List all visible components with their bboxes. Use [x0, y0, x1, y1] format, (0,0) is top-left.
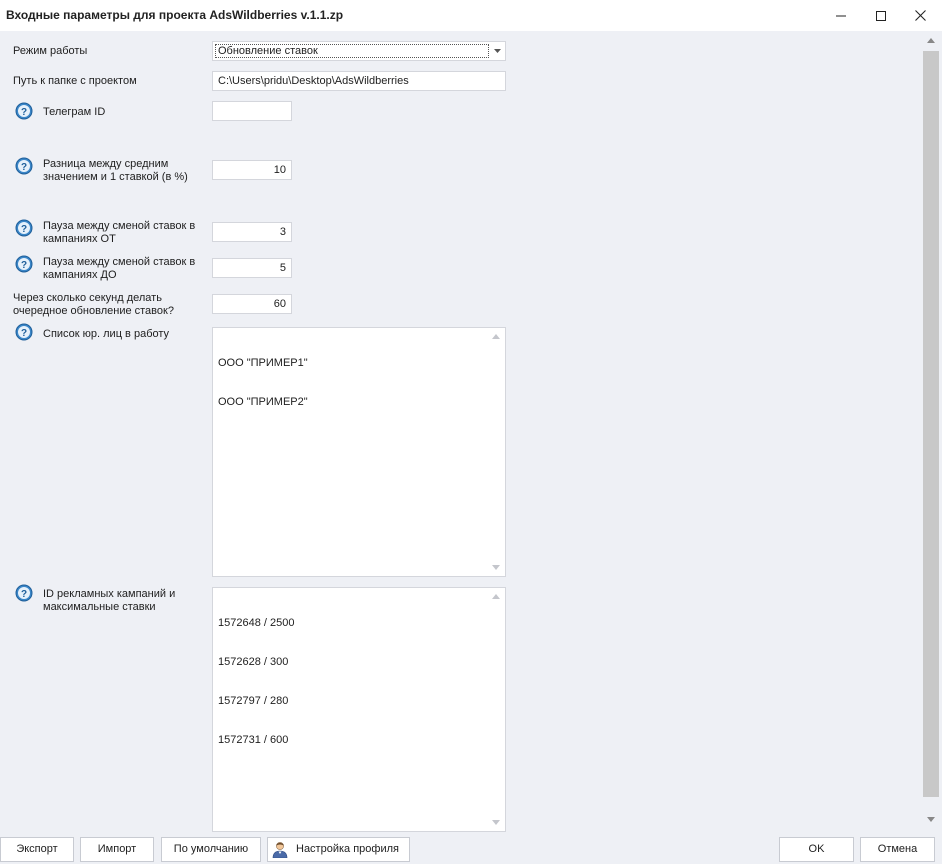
legal-entities-scrollbar[interactable]	[488, 328, 505, 576]
defaults-button[interactable]: По умолчанию	[161, 837, 261, 862]
cancel-button[interactable]: Отмена	[860, 837, 935, 862]
help-icon[interactable]: ?	[15, 219, 33, 237]
svg-text:?: ?	[21, 589, 27, 600]
user-profile-icon	[272, 842, 288, 858]
title-bar: Входные параметры для проекта AdsWildber…	[0, 0, 942, 31]
refresh-seconds-field[interactable]: 60	[212, 294, 292, 314]
svg-text:?: ?	[21, 328, 27, 339]
pause-from-label-line2: кампаниях ОТ	[43, 233, 116, 245]
telegram-id-label: Телеграм ID	[43, 106, 106, 118]
pause-to-label-line2: кампаниях ДО	[43, 269, 117, 281]
close-icon	[914, 10, 926, 21]
maximize-button[interactable]	[861, 0, 901, 31]
maximize-icon	[876, 10, 886, 21]
profile-settings-button[interactable]: Настройка профиля	[267, 837, 410, 862]
scroll-down-icon[interactable]	[492, 820, 500, 825]
ok-button[interactable]: OK	[779, 837, 854, 862]
scroll-down-icon[interactable]	[492, 565, 500, 570]
help-icon[interactable]: ?	[15, 157, 33, 175]
telegram-id-field[interactable]	[212, 101, 292, 121]
export-button[interactable]: Экспорт	[0, 837, 74, 862]
svg-text:?: ?	[21, 260, 27, 271]
close-button[interactable]	[900, 0, 940, 31]
campaigns-label-line2: максимальные ставки	[43, 601, 156, 613]
legal-entities-label: Список юр. лиц в работу	[43, 328, 170, 340]
scroll-up-icon[interactable]	[492, 594, 500, 599]
project-path-label: Путь к папке с проектом	[13, 75, 137, 87]
chevron-down-icon[interactable]	[489, 42, 505, 60]
mode-select[interactable]: Обновление ставок	[212, 41, 506, 61]
scroll-up-icon[interactable]	[492, 334, 500, 339]
pause-to-label-line1: Пауза между сменой ставок в	[43, 256, 196, 268]
pause-from-field[interactable]: 3	[212, 222, 292, 242]
svg-text:?: ?	[21, 162, 27, 173]
list-item: ООО "ПРИМЕР1"	[218, 357, 308, 369]
list-item: 1572628 / 300	[218, 656, 289, 668]
list-item: ООО "ПРИМЕР2"	[218, 396, 308, 408]
help-icon[interactable]: ?	[15, 102, 33, 120]
avg-diff-field[interactable]: 10	[212, 160, 292, 180]
mode-label: Режим работы	[13, 45, 88, 57]
page-scrollbar[interactable]	[920, 31, 942, 832]
help-icon[interactable]: ?	[15, 323, 33, 341]
scroll-up-icon[interactable]	[927, 38, 935, 43]
avg-diff-label-line1: Разница между средним	[43, 158, 169, 170]
svg-text:?: ?	[21, 224, 27, 235]
scrollbar-thumb[interactable]	[923, 51, 939, 797]
pause-to-field[interactable]: 5	[212, 258, 292, 278]
list-item: 1572731 / 600	[218, 734, 289, 746]
list-item: 1572648 / 2500	[218, 617, 295, 629]
pause-from-label-line1: Пауза между сменой ставок в	[43, 220, 196, 232]
help-icon[interactable]: ?	[15, 584, 33, 602]
campaigns-textarea[interactable]: 1572648 / 2500 1572628 / 300 1572797 / 2…	[212, 587, 506, 832]
profile-settings-label: Настройка профиля	[296, 843, 399, 855]
minimize-icon	[836, 15, 846, 16]
campaigns-label-line1: ID рекламных кампаний и	[43, 588, 176, 600]
campaigns-lines: 1572648 / 2500 1572628 / 300 1572797 / 2…	[218, 591, 294, 773]
import-button[interactable]: Импорт	[80, 837, 154, 862]
button-bar: Экспорт Импорт По умолчанию Настройка пр…	[0, 832, 942, 864]
legal-entities-lines: ООО "ПРИМЕР1" ООО "ПРИМЕР2"	[218, 331, 308, 435]
list-item: 1572797 / 280	[218, 695, 289, 707]
svg-text:?: ?	[21, 107, 27, 118]
refresh-label-line1: Через сколько секунд делать	[13, 292, 162, 304]
mode-value: Обновление ставок	[215, 44, 489, 58]
legal-entities-textarea[interactable]: ООО "ПРИМЕР1" ООО "ПРИМЕР2"	[212, 327, 506, 577]
scroll-down-icon[interactable]	[927, 817, 935, 822]
avg-diff-label-line2: значением и 1 ставкой (в %)	[43, 171, 188, 183]
campaigns-scrollbar[interactable]	[488, 588, 505, 831]
help-icon[interactable]: ?	[15, 255, 33, 273]
form-area: Режим работы Обновление ставок Путь к па…	[0, 31, 942, 832]
window-title: Входные параметры для проекта AdsWildber…	[6, 8, 344, 22]
minimize-button[interactable]	[821, 0, 861, 31]
project-path-field[interactable]: C:\Users\pridu\Desktop\AdsWildberries	[212, 71, 506, 91]
refresh-label-line2: очередное обновление ставок?	[13, 305, 174, 317]
